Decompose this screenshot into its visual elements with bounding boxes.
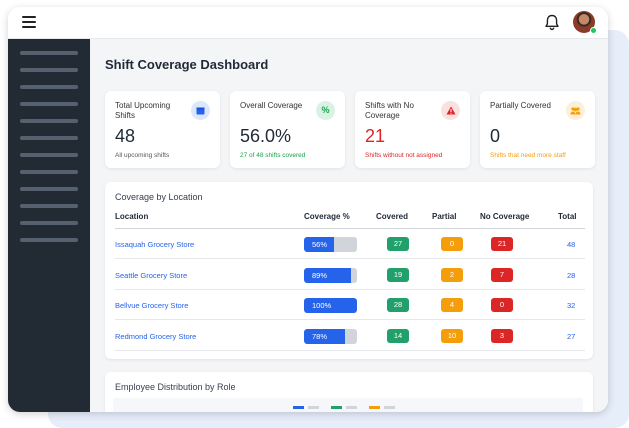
stat-subtext: All upcoming shifts [115, 152, 170, 159]
covered-badge: 19 [387, 268, 409, 282]
stat-card-overall-coverage: Overall Coverage % 56.0% 27 of 48 shifts… [230, 91, 345, 168]
user-avatar[interactable] [573, 11, 597, 34]
header-coverage: Coverage % [304, 212, 350, 221]
partial-badge: 2 [441, 268, 463, 282]
legend-swatch [331, 406, 342, 409]
coverage-bar: 100% [304, 298, 357, 313]
top-bar [8, 7, 608, 39]
app-window: Shift Coverage Dashboard Total Upcoming … [8, 7, 608, 412]
sidebar-item-2[interactable] [20, 68, 78, 72]
sidebar-item-6[interactable] [20, 136, 78, 140]
table-row: Bellvue Grocery Store 100% 28 4 0 32 [115, 290, 585, 320]
header-covered: Covered [376, 212, 409, 221]
legend-swatch [384, 406, 395, 409]
no-coverage-badge: 21 [491, 237, 513, 251]
stat-label: Partially Covered [490, 101, 551, 110]
stat-card-no-coverage: Shifts with No Coverage 21 Shifts withou… [355, 91, 470, 168]
location-link[interactable]: Bellvue Grocery Store [115, 301, 188, 310]
coverage-percent: 89% [312, 271, 328, 280]
partial-badge: 0 [441, 237, 463, 251]
coverage-bar: 89% [304, 268, 357, 283]
hamburger-menu-icon[interactable] [22, 16, 36, 28]
no-coverage-badge: 7 [491, 268, 513, 282]
coverage-bar: 78% [304, 329, 357, 344]
header-total: Total [558, 212, 577, 221]
table-row: Seattle Grocery Store 89% 19 2 7 28 [115, 260, 585, 290]
stat-subtext: Shifts that need more staff [490, 152, 566, 159]
section-title: Coverage by Location [115, 192, 203, 202]
users-icon [566, 101, 585, 120]
legend-swatch [346, 406, 357, 409]
coverage-percent: 100% [312, 301, 332, 310]
percent-icon: % [316, 101, 335, 120]
stat-value: 0 [490, 126, 501, 146]
total-link[interactable]: 27 [567, 332, 575, 341]
sidebar-item-9[interactable] [20, 187, 78, 191]
covered-badge: 14 [387, 329, 409, 343]
sidebar-item-12[interactable] [20, 238, 78, 242]
stat-label: Total Upcoming Shifts [115, 101, 171, 120]
main-content: Shift Coverage Dashboard Total Upcoming … [90, 39, 608, 412]
table-row: Issaquah Grocery Store 56% 27 0 21 48 [115, 229, 585, 259]
stat-subtext: 27 of 48 shifts covered [240, 152, 306, 159]
sidebar-item-10[interactable] [20, 204, 78, 208]
partial-badge: 10 [441, 329, 463, 343]
covered-badge: 27 [387, 237, 409, 251]
sidebar [8, 39, 90, 412]
employee-distribution-card: Employee Distribution by Role [105, 372, 593, 412]
page-title: Shift Coverage Dashboard [105, 57, 269, 72]
sidebar-item-8[interactable] [20, 170, 78, 174]
calendar-icon [191, 101, 210, 120]
total-link[interactable]: 28 [567, 271, 575, 280]
stat-subtext: Shifts without not assigned [365, 152, 443, 159]
legend-swatch [308, 406, 319, 409]
header-partial: Partial [432, 212, 457, 221]
header-location: Location [115, 212, 149, 221]
sidebar-item-1[interactable] [20, 51, 78, 55]
coverage-percent: 56% [312, 240, 328, 249]
location-link[interactable]: Issaquah Grocery Store [115, 240, 194, 249]
bell-icon[interactable] [544, 14, 560, 32]
alert-icon [441, 101, 460, 120]
table-row: Redmond Grocery Store 78% 14 10 3 27 [115, 321, 585, 351]
section-title: Employee Distribution by Role [115, 382, 236, 392]
stat-value: 48 [115, 126, 136, 146]
sidebar-item-5[interactable] [20, 119, 78, 123]
legend-swatch [369, 406, 380, 409]
sidebar-item-11[interactable] [20, 221, 78, 225]
no-coverage-badge: 3 [491, 329, 513, 343]
covered-badge: 28 [387, 298, 409, 312]
header-no-coverage: No Coverage [480, 212, 530, 221]
stat-value: 56.0% [240, 126, 292, 146]
legend-swatch [293, 406, 304, 409]
sidebar-item-3[interactable] [20, 85, 78, 89]
total-link[interactable]: 48 [567, 240, 575, 249]
online-status-dot [590, 27, 597, 34]
sidebar-item-7[interactable] [20, 153, 78, 157]
coverage-by-location-card: Coverage by Location Location Coverage %… [105, 182, 593, 359]
partial-badge: 4 [441, 298, 463, 312]
coverage-bar: 56% [304, 237, 357, 252]
stat-card-total-shifts: Total Upcoming Shifts 48 All upcoming sh… [105, 91, 220, 168]
no-coverage-badge: 0 [491, 298, 513, 312]
stat-label: Overall Coverage [240, 101, 303, 110]
stat-value: 21 [365, 126, 386, 146]
stat-card-partially-covered: Partially Covered 0 Shifts that need mor… [480, 91, 595, 168]
role-chart-area [113, 398, 583, 412]
coverage-percent: 78% [312, 332, 328, 341]
total-link[interactable]: 32 [567, 301, 575, 310]
stat-label: Shifts with No Coverage [365, 101, 414, 120]
location-link[interactable]: Redmond Grocery Store [115, 332, 196, 341]
location-link[interactable]: Seattle Grocery Store [115, 271, 187, 280]
sidebar-item-4[interactable] [20, 102, 78, 106]
